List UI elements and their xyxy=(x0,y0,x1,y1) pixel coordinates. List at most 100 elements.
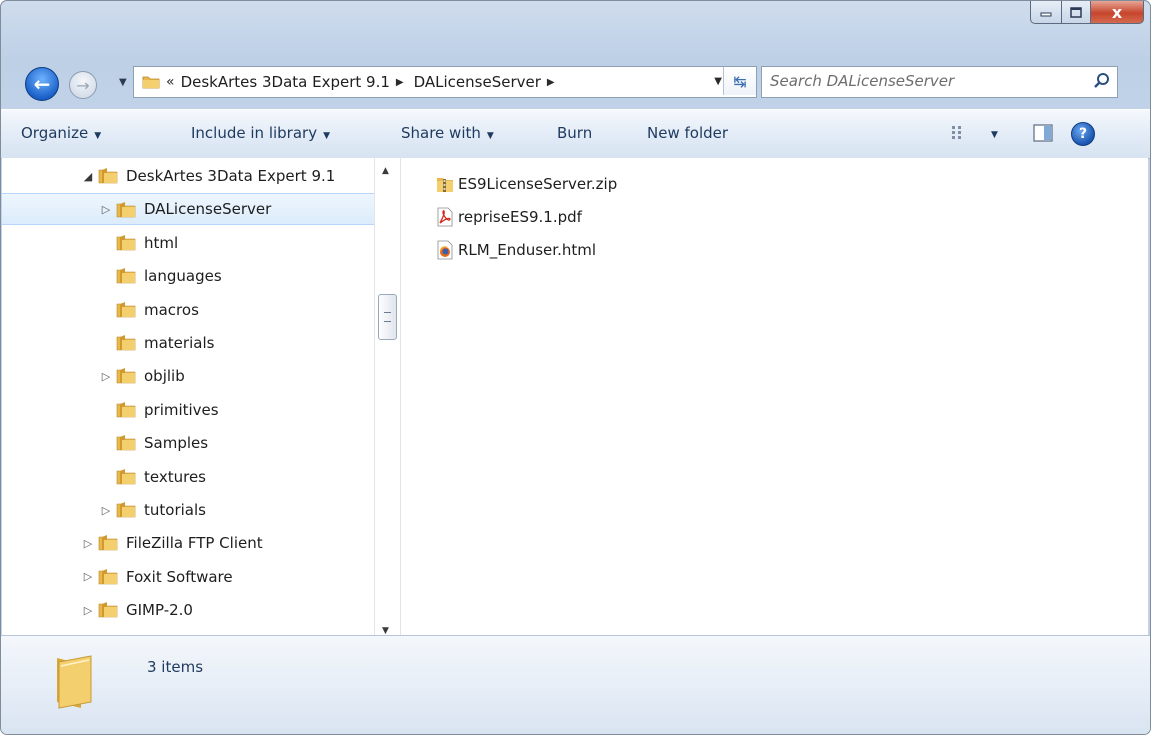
tree-item-label: macros xyxy=(144,300,199,319)
expanded-arrow-icon[interactable]: ◢ xyxy=(82,170,94,183)
tree-item-label: Foxit Software xyxy=(126,567,233,586)
change-view-icon[interactable] xyxy=(951,124,969,142)
tree-item[interactable]: ▷ FileZilla FTP Client xyxy=(2,527,374,559)
chevron-down-icon: ▼ xyxy=(94,131,102,141)
expand-arrow-icon[interactable]: ▷ xyxy=(100,203,112,216)
help-icon[interactable]: ? xyxy=(1071,122,1095,146)
command-bar: Organize ▼ Include in library ▼ Share with… xyxy=(1,109,1150,159)
file-name: ES9LicenseServer.zip xyxy=(458,175,618,193)
tree-item[interactable]: ▷HMSoft xyxy=(2,628,374,636)
scrollbar-thumb[interactable] xyxy=(378,294,397,340)
chevron-down-icon: ▼ xyxy=(323,131,330,141)
folder-icon xyxy=(98,168,118,184)
expand-arrow-icon[interactable]: ▷ xyxy=(82,570,94,583)
expand-arrow-icon[interactable]: ▷ xyxy=(82,537,94,550)
file-item[interactable]: RLM_Enduser.html xyxy=(436,236,596,264)
folder-icon xyxy=(116,435,136,451)
firefox-html-icon xyxy=(437,240,453,260)
preview-pane-icon[interactable] xyxy=(1033,124,1053,142)
file-item[interactable]: repriseES9.1.pdf xyxy=(436,203,582,231)
tree-item[interactable]: textures xyxy=(2,461,374,493)
tree-item-label: languages xyxy=(144,267,222,286)
tree-item-label: FileZilla FTP Client xyxy=(126,534,263,553)
title-bar[interactable]: x xyxy=(1,1,1150,51)
item-count: 3 items xyxy=(147,658,204,676)
maximize-icon xyxy=(1070,6,1082,18)
refresh-button[interactable]: ↹ xyxy=(723,67,756,95)
tree-item-label: objlib xyxy=(144,367,185,386)
tree-item[interactable]: materials xyxy=(2,327,374,359)
include-in-library-menu[interactable]: Include in library ▼ xyxy=(191,124,330,142)
tree-item[interactable]: ▷ objlib xyxy=(2,360,374,392)
tree-item[interactable]: macros xyxy=(2,294,374,326)
chevron-down-icon: ▼ xyxy=(486,131,494,141)
folder-icon xyxy=(116,368,136,384)
back-arrow-icon: ← xyxy=(33,72,51,96)
tree-item-label: Samples xyxy=(144,434,209,453)
tree-item[interactable]: ▷ DALicenseServer xyxy=(2,193,374,226)
navigation-pane[interactable]: ◢ DeskArtes 3Data Expert 9.1 ▷ DALicenseSer… xyxy=(2,158,402,635)
search-icon[interactable] xyxy=(1093,72,1111,90)
tree-item[interactable]: primitives xyxy=(2,394,374,426)
tree-item[interactable]: ▷ Foxit Software xyxy=(2,561,374,593)
breadcrumb-separator-icon[interactable]: ▶ xyxy=(547,77,555,88)
file-name: RLM_Enduser.html xyxy=(458,241,597,259)
address-history-dropdown[interactable]: ▼ xyxy=(714,76,722,87)
tree-item[interactable]: ◢ DeskArtes 3Data Expert 9.1 xyxy=(2,160,374,192)
explorer-window: x ← → ▼ « DeskArtes 3Data Expert 9.1 ▶ D… xyxy=(0,0,1151,735)
breadcrumb-separator-icon[interactable]: ▶ xyxy=(396,77,404,88)
tree-item[interactable]: Samples xyxy=(2,427,374,459)
tree-item-label: GIMP-2.0 xyxy=(126,601,193,620)
back-button[interactable]: ← xyxy=(25,67,59,101)
grip-icon xyxy=(384,312,391,322)
tree-item[interactable]: html xyxy=(2,227,374,259)
tree-item[interactable]: ▷ GIMP-2.0 xyxy=(2,594,374,626)
pdf-icon xyxy=(437,207,453,227)
expand-arrow-icon[interactable]: ▷ xyxy=(100,504,112,517)
scroll-up-icon[interactable]: ▲ xyxy=(382,166,389,176)
new-folder-button[interactable]: New folder xyxy=(647,124,728,142)
tree-item[interactable]: languages xyxy=(2,260,374,292)
content-area: ◢ DeskArtes 3Data Expert 9.1 ▷ DALicenseSer… xyxy=(2,158,1148,636)
chevron-down-icon: ▼ xyxy=(119,77,127,88)
organize-label: Organize xyxy=(21,124,89,142)
expand-arrow-icon[interactable]: ▷ xyxy=(82,604,94,617)
folder-icon xyxy=(116,234,136,251)
folder-icon xyxy=(116,301,136,317)
address-row: ← → ▼ « DeskArtes 3Data Expert 9.1 ▶ DAL… xyxy=(1,61,1150,101)
file-item[interactable]: ES9LicenseServer.zip xyxy=(436,170,617,198)
forward-button[interactable]: → xyxy=(69,71,97,99)
breadcrumb-overflow[interactable]: « xyxy=(166,74,175,90)
address-bar[interactable]: « DeskArtes 3Data Expert 9.1 ▶ DALicense… xyxy=(133,66,757,98)
include-in-library-label: Include in library xyxy=(191,124,318,142)
maximize-button[interactable] xyxy=(1062,1,1091,24)
close-button[interactable]: x xyxy=(1091,1,1144,24)
folder-icon xyxy=(116,468,136,484)
folder-icon xyxy=(116,401,136,418)
caption-buttons: x xyxy=(1030,1,1144,25)
search-box[interactable] xyxy=(761,66,1118,98)
search-input[interactable] xyxy=(770,70,1080,92)
share-with-menu[interactable]: Share with ▼ xyxy=(401,124,494,142)
minimize-button[interactable] xyxy=(1030,1,1062,24)
breadcrumb-item[interactable]: DeskArtes 3Data Expert 9.1 xyxy=(181,73,390,91)
tree-item[interactable]: ▷ tutorials xyxy=(2,494,374,526)
views-dropdown-arrow[interactable]: ▼ xyxy=(991,130,998,140)
tree-item-label: DALicenseServer xyxy=(144,200,272,219)
breadcrumb-item[interactable]: DALicenseServer xyxy=(414,73,541,91)
tree-item-label: materials xyxy=(144,334,215,352)
folder-icon xyxy=(142,76,160,89)
folder-icon xyxy=(98,568,118,585)
file-list[interactable]: ES9LicenseServer.zip repriseES9.1.pdf RL… xyxy=(418,158,1148,635)
expand-arrow-icon[interactable]: ▷ xyxy=(100,370,112,383)
burn-button[interactable]: Burn xyxy=(557,124,592,142)
recent-pages-button[interactable]: ▼ xyxy=(119,77,131,89)
pane-divider[interactable] xyxy=(400,158,417,635)
tree-item-label: html xyxy=(144,233,179,252)
organize-menu[interactable]: Organize ▼ xyxy=(21,124,101,142)
navigation-scrollbar[interactable]: ▲ ▼ xyxy=(374,158,399,636)
folder-icon xyxy=(116,202,136,218)
refresh-icon: ↹ xyxy=(733,71,747,91)
breadcrumb: « DeskArtes 3Data Expert 9.1 ▶ DALicense… xyxy=(134,67,565,97)
tree-item-label: primitives xyxy=(144,400,219,419)
